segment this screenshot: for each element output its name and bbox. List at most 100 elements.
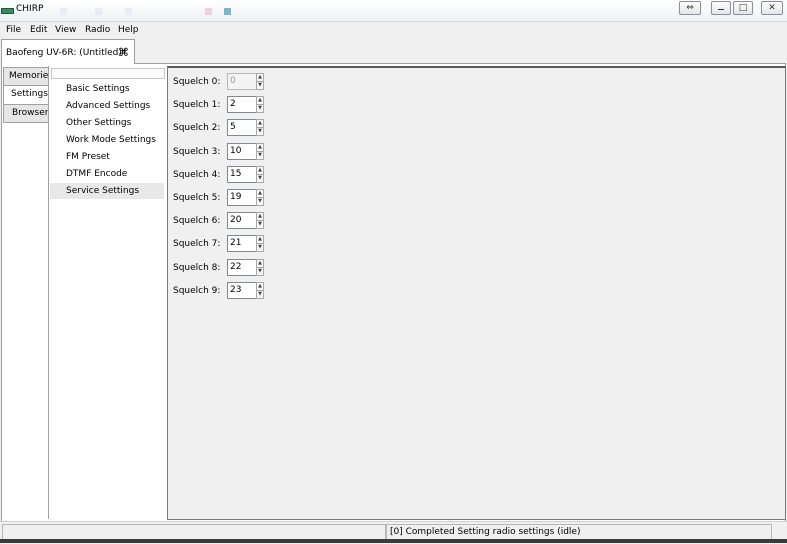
spin-down-icon[interactable]: ▼ xyxy=(256,289,264,299)
document-tab-label: Baofeng UV-6R: (Untitled)* xyxy=(6,48,127,58)
tab-browser-label: Browser xyxy=(12,108,49,118)
squelch-label: Squelch 7: xyxy=(173,239,221,250)
tree-item-dtmf-encode-settings[interactable]: DTMF Encode Settings xyxy=(50,166,164,195)
tree-item-other-settings[interactable]: Other Settings xyxy=(50,115,164,131)
close-icon: ✕ xyxy=(768,3,776,13)
tree-header xyxy=(51,68,165,79)
blurred-background-icon xyxy=(125,8,132,15)
minimize-icon xyxy=(718,7,724,10)
menu-help[interactable]: Help xyxy=(118,25,139,35)
tree-item-label: Work Mode Settings xyxy=(66,135,156,145)
menu-file[interactable]: File xyxy=(6,25,21,35)
spin-down-icon[interactable]: ▼ xyxy=(256,104,264,114)
status-right-section: [0] Completed Setting radio settings (id… xyxy=(386,524,772,540)
squelch-spinner[interactable]: 23 ▲ ▼ xyxy=(227,281,264,299)
squelch-label: Squelch 3: xyxy=(173,146,221,157)
spinner-arrows: ▲ ▼ xyxy=(256,212,264,230)
title-bar: CHIRP ⇔ □ ✕ xyxy=(0,0,787,22)
close-tab-icon[interactable]: ⌘ xyxy=(118,46,129,59)
squelch-spinner[interactable]: 20 ▲ ▼ xyxy=(227,212,264,230)
spin-down-icon[interactable]: ▼ xyxy=(256,127,264,137)
blurred-background-icon xyxy=(205,8,212,15)
status-left-section xyxy=(2,524,386,540)
squelch-spinner[interactable]: 10 ▲ ▼ xyxy=(227,142,264,160)
squelch-value-input[interactable]: 19 xyxy=(227,189,257,206)
window-bottom-edge xyxy=(0,539,787,543)
tree-item-label: Other Settings xyxy=(66,118,132,128)
spin-down-icon[interactable]: ▼ xyxy=(256,243,264,253)
tab-settings-label: Settings xyxy=(11,89,48,99)
squelch-label: Squelch 0: xyxy=(173,77,221,87)
service-settings-pane: Squelch 0: 0 ▲ ▼ Squelch 1: 2 ▲ ▼ Squelch 2: 5 ▲ ▼ S… xyxy=(167,66,786,520)
spin-down-icon[interactable]: ▼ xyxy=(256,220,264,230)
squelch-value-input[interactable]: 10 xyxy=(227,142,257,160)
tree-item-label: FM Preset xyxy=(66,152,110,162)
squelch-spinner[interactable]: 5 ▲ ▼ xyxy=(227,119,264,137)
squelch-spinner[interactable]: 15 ▲ ▼ xyxy=(227,165,264,183)
spinner-arrows: ▲ ▼ xyxy=(256,258,264,276)
spinner-arrows: ▲ ▼ xyxy=(256,189,264,206)
spin-down-icon[interactable]: ▼ xyxy=(256,266,264,276)
spinner-arrows: ▲ ▼ xyxy=(256,281,264,299)
chirp-app-icon xyxy=(1,8,14,14)
squelch-spinner[interactable]: 19 ▲ ▼ xyxy=(227,189,264,206)
squelch-spinner[interactable]: 22 ▲ ▼ xyxy=(227,258,264,276)
squelch-spinner[interactable]: 0 ▲ ▼ xyxy=(227,73,264,90)
squelch-value-input[interactable]: 22 xyxy=(227,258,257,276)
spinner-arrows: ▲ ▼ xyxy=(256,165,264,183)
tab-memories-label: Memories xyxy=(9,71,54,81)
minimize-button[interactable] xyxy=(711,1,731,15)
squelch-value-input[interactable]: 15 xyxy=(227,165,257,183)
tab-memories[interactable]: Memories xyxy=(3,67,54,86)
tree-item-advanced-settings[interactable]: Advanced Settings xyxy=(50,98,164,114)
squelch-label: Squelch 9: xyxy=(173,285,221,296)
squelch-spinner[interactable]: 2 ▲ ▼ xyxy=(227,96,264,114)
squelch-label: Squelch 1: xyxy=(173,100,221,111)
squelch-label: Squelch 2: xyxy=(173,123,221,134)
spinner-arrows: ▲ ▼ xyxy=(256,119,264,137)
tab-settings[interactable]: Settings xyxy=(3,85,49,105)
tab-browser[interactable]: Browser xyxy=(3,104,50,123)
squelch-value-input[interactable]: 21 xyxy=(227,235,257,253)
squelch-value-input[interactable]: 2 xyxy=(227,96,257,114)
maximize-icon: □ xyxy=(738,3,748,13)
tree-item-label: Basic Settings xyxy=(66,84,130,94)
tree-item-basic-settings[interactable]: Basic Settings xyxy=(50,81,164,97)
spinner-arrows: ▲ ▼ xyxy=(256,235,264,253)
blurred-background-icon xyxy=(60,8,67,15)
menu-bar: File Edit View Radio Help xyxy=(0,22,787,37)
tree-item-label: Service Settings xyxy=(66,186,140,196)
tab-baofeng-uv6r[interactable]: Baofeng UV-6R: (Untitled)* ⌘ xyxy=(1,39,135,64)
blurred-background-icon xyxy=(224,8,231,15)
double-arrow-icon: ⇔ xyxy=(686,3,694,13)
squelch-label: Squelch 8: xyxy=(173,262,221,273)
squelch-label: Squelch 4: xyxy=(173,169,221,180)
close-window-button[interactable]: ✕ xyxy=(761,1,783,15)
settings-tree: Basic Settings Advanced Settings Other S… xyxy=(48,66,168,519)
maximize-button[interactable]: □ xyxy=(733,1,753,15)
squelch-spinner[interactable]: 21 ▲ ▼ xyxy=(227,235,264,253)
spin-down-icon[interactable]: ▼ xyxy=(256,81,264,90)
tree-item-service-settings[interactable]: Service Settings xyxy=(50,183,164,199)
tree-item-work-mode-settings[interactable]: Work Mode Settings xyxy=(50,132,164,148)
menu-edit[interactable]: Edit xyxy=(30,25,47,35)
squelch-value-input[interactable]: 23 xyxy=(227,281,257,299)
squelch-value-input: 0 xyxy=(227,73,257,90)
tree-item-fm-preset[interactable]: FM Preset xyxy=(50,149,164,165)
restore-window-button[interactable]: ⇔ xyxy=(679,1,701,15)
squelch-value-input[interactable]: 5 xyxy=(227,119,257,137)
squelch-value-input[interactable]: 20 xyxy=(227,212,257,230)
spin-down-icon[interactable]: ▼ xyxy=(256,150,264,160)
squelch-label: Squelch 5: xyxy=(173,193,221,203)
menu-radio[interactable]: Radio xyxy=(85,25,110,35)
spin-down-icon[interactable]: ▼ xyxy=(256,197,264,206)
window-title: CHIRP xyxy=(16,4,44,14)
status-message: [0] Completed Setting radio settings (id… xyxy=(390,527,581,537)
spinner-arrows: ▲ ▼ xyxy=(256,73,264,90)
spinner-arrows: ▲ ▼ xyxy=(256,96,264,114)
spinner-arrows: ▲ ▼ xyxy=(256,142,264,160)
tree-item-label: Advanced Settings xyxy=(66,101,151,111)
spin-down-icon[interactable]: ▼ xyxy=(256,173,264,183)
menu-view[interactable]: View xyxy=(55,25,76,35)
blurred-background-icon xyxy=(95,8,102,15)
